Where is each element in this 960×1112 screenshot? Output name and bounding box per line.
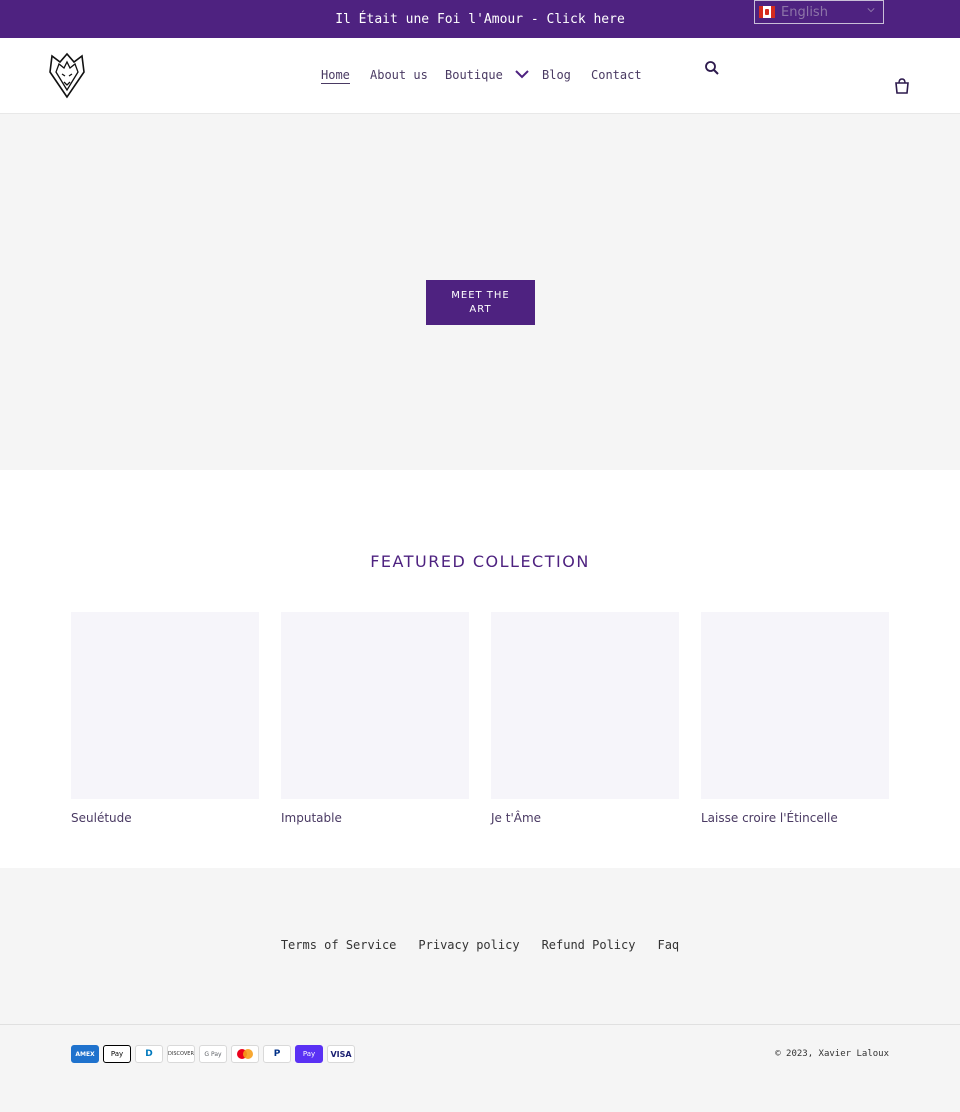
wolf-logo[interactable] (46, 50, 88, 100)
featured-collection-title: FEATURED COLLECTION (370, 552, 590, 571)
nav-contact[interactable]: Contact (591, 68, 642, 82)
site-footer: Terms of Service Privacy policy Refund P… (0, 868, 960, 1112)
visa-icon: VISA (327, 1045, 355, 1063)
hero-section: MEET THE ART (0, 114, 960, 470)
product-card[interactable]: Laisse croire l'Étincelle (701, 612, 889, 825)
footer-link-terms[interactable]: Terms of Service (281, 938, 397, 952)
meet-the-art-button[interactable]: MEET THE ART (426, 280, 535, 325)
announcement-text[interactable]: Il Était une Foi l'Amour - Click here (335, 12, 625, 27)
footer-divider (0, 1024, 960, 1025)
nav-home[interactable]: Home (321, 68, 350, 84)
product-title[interactable]: Laisse croire l'Étincelle (701, 811, 889, 825)
nav-boutique[interactable]: Boutique (445, 68, 530, 82)
footer-links: Terms of Service Privacy policy Refund P… (0, 938, 960, 952)
product-image[interactable] (491, 612, 679, 799)
footer-link-faq[interactable]: Faq (657, 938, 679, 952)
discover-icon: DISCOVER (167, 1045, 195, 1063)
product-title[interactable]: Imputable (281, 811, 469, 825)
canada-flag-icon (759, 6, 775, 18)
product-title[interactable]: Seulétude (71, 811, 259, 825)
google-pay-icon: G Pay (199, 1045, 227, 1063)
footer-link-privacy[interactable]: Privacy policy (418, 938, 519, 952)
site-header: Home About us Boutique Blog Contact (0, 38, 960, 114)
cart-icon[interactable] (894, 78, 910, 94)
nav-blog[interactable]: Blog (542, 68, 571, 82)
product-image[interactable] (281, 612, 469, 799)
product-card[interactable]: Je t'Âme (491, 612, 679, 825)
nav-about[interactable]: About us (370, 68, 428, 82)
product-image[interactable] (71, 612, 259, 799)
nav-boutique-label: Boutique (445, 68, 503, 82)
mastercard-icon (231, 1045, 259, 1063)
shop-pay-icon: Pay (295, 1045, 323, 1063)
search-icon[interactable] (704, 60, 720, 76)
product-card[interactable]: Seulétude (71, 612, 259, 825)
product-image[interactable] (701, 612, 889, 799)
product-title[interactable]: Je t'Âme (491, 811, 679, 825)
diners-club-icon: D (135, 1045, 163, 1063)
amex-icon: AMEX (71, 1045, 99, 1063)
chevron-down-icon (867, 8, 875, 13)
apple-pay-icon: Pay (103, 1045, 131, 1063)
paypal-icon: P (263, 1045, 291, 1063)
payment-icons: AMEX Pay D DISCOVER G Pay P Pay VISA (71, 1045, 355, 1063)
language-label: English (781, 4, 828, 20)
copyright: © 2023, Xavier Laloux (775, 1049, 889, 1059)
product-card[interactable]: Imputable (281, 612, 469, 825)
footer-link-refund[interactable]: Refund Policy (542, 938, 636, 952)
chevron-down-icon (515, 70, 529, 79)
language-selector[interactable]: English (754, 0, 884, 24)
